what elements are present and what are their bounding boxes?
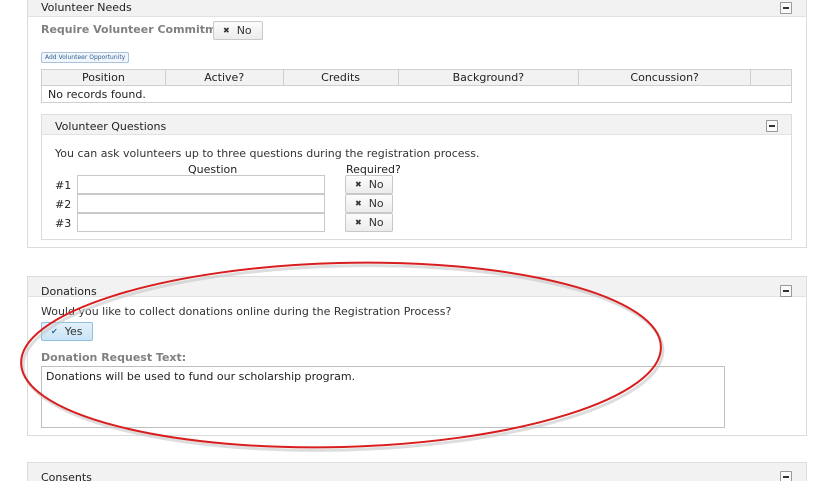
question-2-required-toggle[interactable]: ✖ No	[345, 194, 393, 213]
require-commitment-label: Require Volunteer Commitment:	[41, 23, 242, 36]
add-volunteer-opportunity-button[interactable]: Add Volunteer Opportunity	[41, 52, 130, 63]
x-icon: ✖	[355, 199, 362, 208]
donations-title: Donations	[41, 285, 97, 298]
question-3-required-toggle[interactable]: ✖ No	[345, 213, 393, 232]
x-icon: ✖	[355, 218, 362, 227]
column-header-position[interactable]: Position	[41, 69, 166, 86]
question-1-required-value: No	[368, 178, 384, 191]
collapse-icon[interactable]	[780, 2, 792, 14]
column-header-concussion[interactable]: Concussion?	[578, 69, 752, 86]
require-commitment-value: No	[236, 24, 252, 37]
donations-header[interactable]: Donations	[28, 277, 806, 298]
donation-request-textarea[interactable]: Donations will be used to fund our schol…	[41, 366, 725, 428]
question-1-required-toggle[interactable]: ✖ No	[345, 175, 393, 194]
donations-question: Would you like to collect donations onli…	[41, 305, 452, 318]
collapse-icon[interactable]	[780, 471, 792, 481]
column-header-active[interactable]: Active?	[164, 69, 284, 86]
checkmark-icon: ✔	[51, 327, 58, 336]
x-icon: ✖	[223, 26, 230, 35]
consents-title: Consents	[41, 471, 92, 481]
empty-records-text: No records found.	[41, 85, 792, 103]
question-number-1: #1	[55, 179, 72, 192]
donation-request-text-label: Donation Request Text:	[41, 351, 187, 364]
volunteer-opportunities-table: Position Active? Credits Background? Con…	[41, 69, 792, 103]
question-2-required-value: No	[368, 197, 384, 210]
table-header-row: Position Active? Credits Background? Con…	[41, 69, 792, 86]
collect-donations-value: Yes	[64, 325, 83, 338]
volunteer-questions-header[interactable]: Volunteer Questions	[42, 115, 791, 135]
question-3-required-value: No	[368, 216, 384, 229]
question-number-3: #3	[55, 217, 72, 230]
question-1-input[interactable]	[77, 175, 325, 194]
volunteer-needs-title: Volunteer Needs	[41, 1, 132, 14]
collect-donations-toggle[interactable]: ✔ Yes	[41, 322, 93, 341]
x-icon: ✖	[355, 180, 362, 189]
consents-header[interactable]: Consents	[28, 463, 806, 481]
question-number-2: #2	[55, 198, 72, 211]
volunteer-questions-intro: You can ask volunteers up to three quest…	[55, 147, 480, 160]
consents-panel: Consents	[27, 462, 807, 481]
question-2-input[interactable]	[77, 194, 325, 213]
column-header-actions	[750, 69, 792, 86]
collapse-icon[interactable]	[780, 285, 792, 297]
column-header-credits[interactable]: Credits	[282, 69, 399, 86]
volunteer-questions-title: Volunteer Questions	[55, 120, 167, 133]
require-commitment-toggle[interactable]: ✖ No	[213, 21, 263, 40]
volunteer-needs-header[interactable]: Volunteer Needs	[28, 0, 806, 17]
question-3-input[interactable]	[77, 213, 325, 232]
column-header-background[interactable]: Background?	[397, 69, 580, 86]
table-row: No records found.	[41, 85, 792, 103]
collapse-icon[interactable]	[766, 120, 778, 132]
